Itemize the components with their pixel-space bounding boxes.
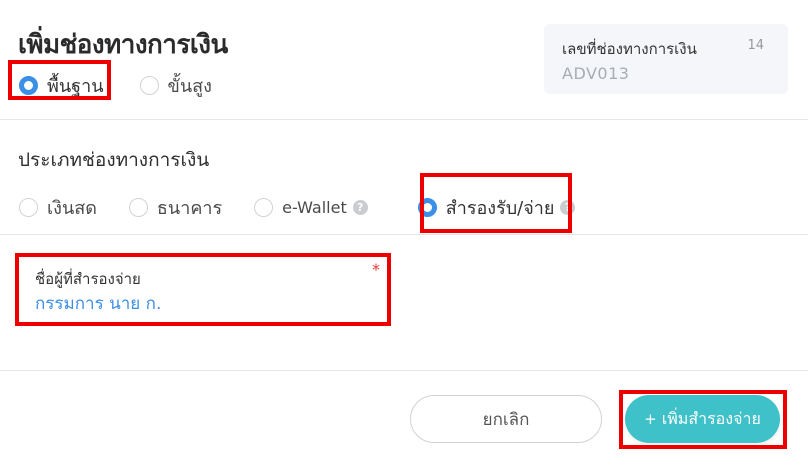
radio-unchecked-icon[interactable] (254, 198, 274, 217)
mode-option-basic-label: พื้นฐาน (47, 76, 104, 97)
plus-icon: + (644, 410, 657, 428)
channel-type-cash[interactable]: เงินสด (19, 193, 97, 222)
radio-unchecked-icon[interactable] (128, 198, 148, 217)
channel-number-count: 14 (747, 38, 764, 53)
cancel-button[interactable]: ยกเลิก (410, 395, 602, 443)
channel-type-ewallet[interactable]: e-Wallet ? (254, 198, 368, 217)
advance-payer-input[interactable] (35, 293, 365, 313)
channel-type-cash-label: เงินสด (47, 198, 97, 219)
advance-payer-field[interactable]: ชื่อผู้ที่สำรองจ่าย * (20, 258, 386, 322)
radio-checked-icon[interactable] (417, 198, 437, 217)
radio-checked-icon[interactable] (19, 76, 38, 95)
channel-number-label: เลขที่ช่องทางการเงิน (562, 40, 697, 58)
radio-unchecked-icon[interactable] (139, 76, 159, 95)
channel-type-radio-group: เงินสด ธนาคาร e-Wallet ? สำรองรับ/จ่าย ? (19, 193, 576, 222)
mode-option-advanced-label: ขั้นสูง (167, 76, 212, 97)
channel-type-bank[interactable]: ธนาคาร (128, 193, 223, 222)
channel-type-ewallet-label: e-Wallet (282, 198, 347, 217)
help-icon[interactable]: ? (352, 200, 368, 215)
advance-payer-label: ชื่อผู้ที่สำรองจ่าย (35, 270, 141, 288)
mode-option-basic[interactable]: พื้นฐาน (19, 71, 104, 100)
channel-type-title: ประเภทช่องทางการเงิน (18, 149, 210, 171)
channel-type-advance[interactable]: สำรองรับ/จ่าย ? (417, 193, 576, 222)
channel-type-bank-label: ธนาคาร (156, 198, 223, 219)
channel-type-advance-label: สำรองรับ/จ่าย (445, 198, 555, 219)
add-advance-button-label: เพิ่มสำรองจ่าย (661, 408, 761, 428)
add-financial-channel-page: เพิ่มช่องทางการเงิน พื้นฐาน ขั้นสูง เลขท… (0, 0, 808, 463)
divider (0, 234, 808, 235)
required-mark: * (372, 260, 380, 279)
help-icon[interactable]: ? (560, 200, 576, 215)
mode-radio-group: พื้นฐาน ขั้นสูง (19, 71, 212, 100)
channel-number-card: เลขที่ช่องทางการเงิน 14 ADV013 (544, 24, 788, 94)
divider (0, 370, 808, 371)
page-title: เพิ่มช่องทางการเงิน (18, 30, 228, 60)
add-advance-button[interactable]: + เพิ่มสำรองจ่าย (625, 395, 780, 443)
radio-unchecked-icon[interactable] (19, 198, 38, 217)
mode-option-advanced[interactable]: ขั้นสูง (139, 71, 212, 100)
channel-number-value: ADV013 (562, 64, 630, 83)
divider (0, 119, 808, 120)
